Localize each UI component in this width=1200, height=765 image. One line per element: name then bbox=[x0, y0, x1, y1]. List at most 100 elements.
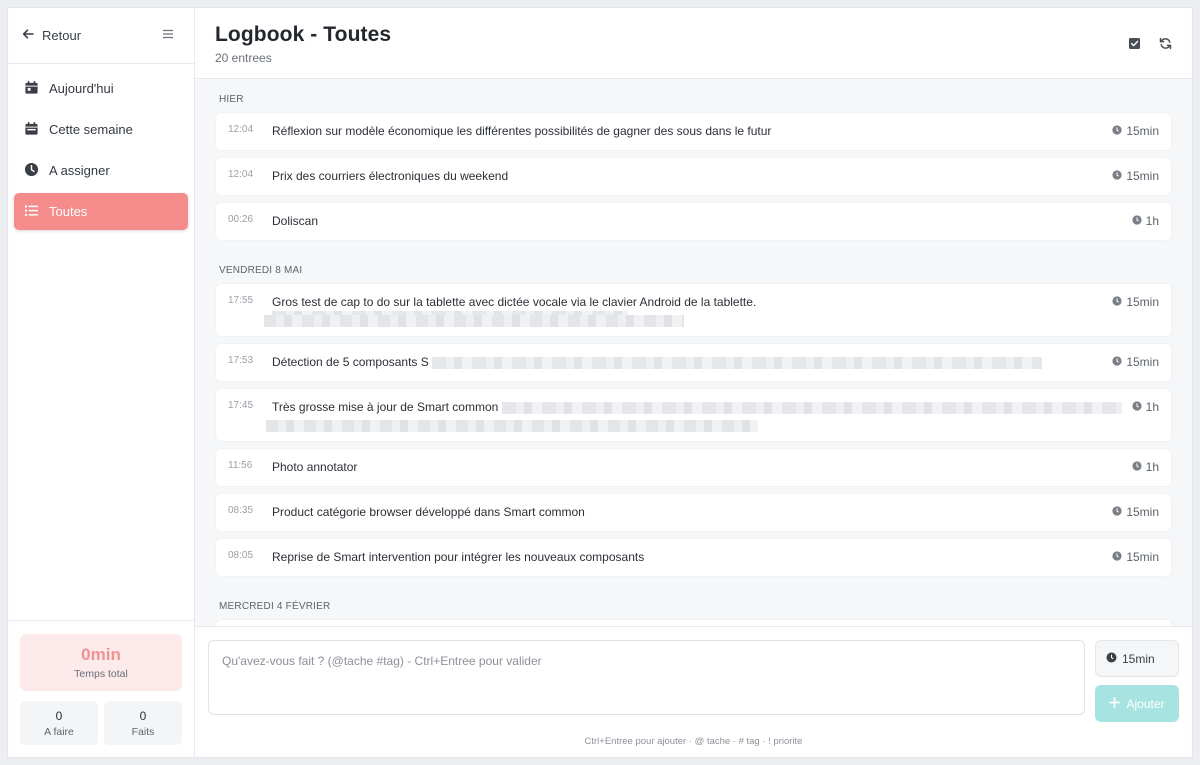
redacted-text bbox=[266, 420, 758, 432]
nav-item-label: Cette semaine bbox=[49, 122, 133, 137]
sidebar-stats: 0min Temps total 0 A faire 0 Faits bbox=[8, 620, 194, 757]
list-item[interactable]: 17:55 Gros test de cap to do sur la tabl… bbox=[216, 284, 1171, 336]
main-panel: Logbook - Toutes 20 entrees HIER 12:04 R… bbox=[195, 8, 1192, 757]
todo-count-value: 0 bbox=[55, 708, 63, 723]
entry-input[interactable] bbox=[208, 640, 1085, 715]
nav-item-all[interactable]: Toutes bbox=[14, 193, 188, 230]
list-item[interactable]: 08:05 Reprise de Smart intervention pour… bbox=[216, 539, 1171, 576]
entry-time: 12:04 bbox=[228, 169, 254, 180]
entry-list: HIER 12:04 Réflexion sur modèle économiq… bbox=[195, 79, 1192, 626]
list-item[interactable]: 08:35 Product catégorie browser développ… bbox=[216, 494, 1171, 531]
entry-text: Détection de 5 composants S bbox=[272, 344, 1112, 380]
nav-item-label: A assigner bbox=[49, 163, 110, 178]
clock-icon bbox=[1112, 124, 1122, 138]
checkbox-toggle-icon[interactable] bbox=[1128, 37, 1141, 55]
done-count-value: 0 bbox=[139, 708, 147, 723]
clock-icon bbox=[1112, 355, 1122, 369]
entry-duration: 1h bbox=[1132, 449, 1159, 474]
done-count-label: Faits bbox=[131, 725, 155, 738]
header-actions bbox=[1128, 37, 1172, 55]
clock-icon bbox=[1132, 214, 1142, 228]
keyboard-hint: Ctrl+Entree pour ajouter · @ tache · # t… bbox=[584, 736, 803, 747]
counts-row: 0 A faire 0 Faits bbox=[20, 701, 182, 745]
clock-icon bbox=[1112, 295, 1122, 309]
entry-duration: 1h bbox=[1132, 389, 1159, 414]
sidebar: Retour Aujourd'hui Cette semaine A assig… bbox=[8, 8, 195, 757]
entry-duration-value: 15min bbox=[1126, 295, 1159, 309]
clock-icon bbox=[1112, 550, 1122, 564]
sidebar-nav: Aujourd'hui Cette semaine A assigner Tou… bbox=[8, 64, 194, 234]
back-label: Retour bbox=[42, 28, 82, 43]
list-item[interactable]: 11:56 Photo annotator 1h bbox=[216, 449, 1171, 486]
todo-count-card: 0 A faire bbox=[20, 701, 98, 745]
entry-text: Prix des courriers électroniques du week… bbox=[272, 169, 509, 183]
composer-controls: 15min Ajouter bbox=[1095, 640, 1179, 722]
entry-duration-value: 15min bbox=[1126, 169, 1159, 183]
nav-item-label: Aujourd'hui bbox=[49, 81, 114, 96]
clock-icon bbox=[1132, 400, 1142, 414]
group-label: MERCREDI 4 FÉVRIER bbox=[219, 601, 331, 612]
entry-time: 17:53 bbox=[228, 355, 254, 366]
group-label: HIER bbox=[219, 94, 244, 105]
entry-duration: 15min bbox=[1112, 539, 1159, 564]
total-time-value: 0min bbox=[81, 645, 121, 664]
entry-duration: 15min bbox=[1112, 158, 1159, 183]
entry-time: 17:45 bbox=[228, 400, 254, 411]
entry-time: 12:04 bbox=[228, 124, 254, 135]
list-item[interactable]: 17:45 Très grosse mise à jour de Smart c… bbox=[216, 389, 1171, 441]
list-item[interactable]: 12:04 Réflexion sur modèle économique le… bbox=[216, 113, 1171, 150]
entry-time: 08:35 bbox=[228, 505, 254, 516]
page-header: Logbook - Toutes 20 entrees bbox=[195, 8, 1192, 79]
redacted-text bbox=[501, 401, 1122, 414]
app-window: Retour Aujourd'hui Cette semaine A assig… bbox=[7, 7, 1193, 758]
entry-time: 11:56 bbox=[228, 460, 253, 471]
entry-duration-value: 1h bbox=[1145, 214, 1159, 228]
nav-item-week[interactable]: Cette semaine bbox=[14, 111, 188, 148]
clock-icon bbox=[1106, 652, 1117, 666]
composer-row: 15min Ajouter bbox=[208, 640, 1179, 722]
entry-text-value: Gros test de cap to do sur la tablette a… bbox=[272, 295, 757, 309]
back-button[interactable]: Retour bbox=[22, 28, 81, 43]
list-item[interactable]: 17:53 Détection de 5 composants S 15min bbox=[216, 344, 1171, 381]
entry-time: 00:26 bbox=[228, 214, 254, 225]
redacted-text bbox=[264, 315, 684, 327]
redacted-text bbox=[432, 356, 1043, 369]
entry-text: Photo annotator bbox=[272, 460, 358, 474]
duration-value: 15min bbox=[1122, 651, 1155, 666]
duration-picker[interactable]: 15min bbox=[1095, 640, 1179, 677]
list-icon bbox=[24, 203, 39, 221]
entry-duration-value: 1h bbox=[1145, 400, 1159, 414]
entry-text: Product catégorie browser développé dans… bbox=[272, 505, 585, 519]
entry-duration-value: 15min bbox=[1126, 355, 1159, 369]
entry-duration-value: 15min bbox=[1126, 550, 1159, 564]
entry-duration: 15min bbox=[1112, 344, 1159, 369]
menu-button[interactable] bbox=[162, 27, 174, 45]
clock-icon bbox=[1132, 460, 1142, 474]
entry-count: 20 entrees bbox=[215, 51, 272, 65]
calendar-week-icon bbox=[24, 121, 39, 139]
list-item[interactable]: 12:04 Prix des courriers électroniques d… bbox=[216, 158, 1171, 195]
entry-time: 17:55 bbox=[228, 295, 254, 306]
entry-duration: 15min bbox=[1112, 494, 1159, 519]
add-button[interactable]: Ajouter bbox=[1095, 685, 1179, 722]
clock-icon bbox=[1112, 505, 1122, 519]
entry-duration: 15min bbox=[1112, 113, 1159, 138]
calendar-day-icon bbox=[24, 80, 39, 98]
nav-item-to-assign[interactable]: A assigner bbox=[14, 152, 188, 189]
entry-duration-value: 1h bbox=[1145, 460, 1159, 474]
clock-icon bbox=[1112, 169, 1122, 183]
nav-item-label: Toutes bbox=[49, 204, 88, 219]
add-button-label: Ajouter bbox=[1126, 696, 1165, 711]
clock-icon bbox=[24, 162, 39, 180]
done-count-card: 0 Faits bbox=[104, 701, 182, 745]
entry-time: 08:05 bbox=[228, 550, 254, 561]
entry-text: Réflexion sur modèle économique les diff… bbox=[272, 124, 772, 138]
total-time-label: Temps total bbox=[74, 668, 128, 680]
nav-item-today[interactable]: Aujourd'hui bbox=[14, 70, 188, 107]
entry-duration-value: 15min bbox=[1126, 505, 1159, 519]
refresh-icon[interactable] bbox=[1159, 37, 1172, 55]
hamburger-icon bbox=[162, 27, 174, 44]
entry-duration: 1h bbox=[1132, 203, 1159, 228]
list-item[interactable]: 00:26 Doliscan 1h bbox=[216, 203, 1171, 240]
